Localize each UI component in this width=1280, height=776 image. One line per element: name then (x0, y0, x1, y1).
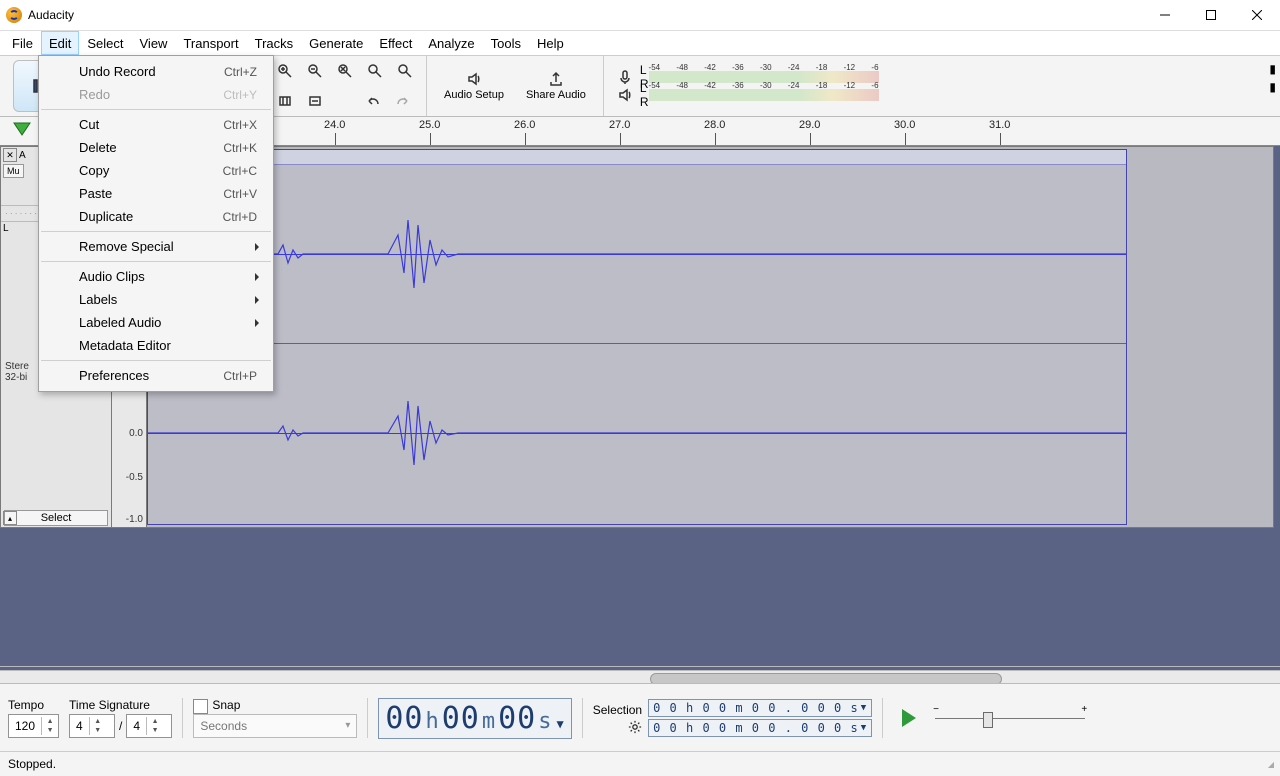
fit-selection-button[interactable] (330, 57, 360, 85)
ts-separator: / (119, 719, 122, 733)
selection-end-input[interactable]: 0 0 h 0 0 m 0 0 . 0 0 0 s▼ (648, 719, 872, 737)
tempo-input[interactable]: 120▲▼ (8, 714, 59, 738)
meters-group: LR -54-48-42-36-30-24-18-12-6 ▮ LR -54-4… (603, 56, 1276, 116)
menu-tools[interactable]: Tools (483, 31, 529, 55)
menu-file[interactable]: File (4, 31, 41, 55)
zoom-in-button[interactable] (270, 57, 300, 85)
clip-title-bar[interactable] (148, 150, 1126, 165)
snap-mode-select[interactable]: Seconds (193, 714, 357, 738)
collapse-button[interactable]: ▴ (3, 511, 17, 525)
fit-project-button[interactable] (360, 57, 390, 85)
menuitem-remove-special[interactable]: Remove Special (39, 235, 273, 258)
menu-transport[interactable]: Transport (175, 31, 246, 55)
menuitem-undo-record[interactable]: Undo RecordCtrl+Z (39, 60, 273, 83)
ts-numerator-input[interactable]: 4▲▼ (69, 714, 115, 738)
redo-button[interactable] (388, 87, 418, 115)
zoom-out-button[interactable] (300, 57, 330, 85)
menu-effect[interactable]: Effect (371, 31, 420, 55)
audacity-logo-icon (6, 7, 22, 23)
menuitem-duplicate[interactable]: DuplicateCtrl+D (39, 205, 273, 228)
tempo-label: Tempo (8, 698, 59, 712)
channel-right (148, 344, 1126, 522)
edit-menu-dropdown: Undo RecordCtrl+ZRedoCtrl+Y CutCtrl+XDele… (38, 55, 274, 392)
menu-analyze[interactable]: Analyze (420, 31, 482, 55)
trim-button[interactable] (270, 87, 300, 115)
time-signature-label: Time Signature (69, 698, 172, 712)
horizontal-scrollbar[interactable] (0, 666, 1280, 667)
channel-left (148, 165, 1126, 344)
audio-setup-button[interactable]: Audio Setup (433, 58, 515, 114)
menu-bar: FileEditSelectViewTransportTracksGenerat… (0, 31, 1280, 56)
setup-group: Audio Setup Share Audio (426, 56, 603, 116)
mute-button[interactable]: Mu (3, 164, 24, 178)
play-at-speed-button[interactable] (893, 702, 925, 734)
settings-gear-icon[interactable] (628, 720, 642, 734)
play-icon (902, 709, 916, 727)
meter-play-lr: LR (640, 81, 649, 109)
undo-button[interactable] (358, 87, 388, 115)
menu-select[interactable]: Select (79, 31, 131, 55)
zoom-group (263, 56, 426, 116)
track-select-button[interactable]: Select (4, 510, 108, 526)
resize-grip-icon[interactable]: ◢ (1268, 760, 1272, 769)
maximize-button[interactable] (1188, 0, 1234, 30)
share-audio-button[interactable]: Share Audio (515, 58, 597, 114)
selection-label: Selection (593, 703, 642, 717)
close-button[interactable] (1234, 0, 1280, 30)
menuitem-paste[interactable]: PasteCtrl+V (39, 182, 273, 205)
snap-checkbox[interactable] (193, 699, 208, 714)
ts-denominator-input[interactable]: 4▲▼ (126, 714, 172, 738)
window-title: Audacity (28, 8, 74, 22)
menu-help[interactable]: Help (529, 31, 572, 55)
share-audio-label: Share Audio (526, 89, 586, 101)
time-display[interactable]: 00h 00m 00s▼ (378, 698, 571, 739)
menuitem-metadata-editor[interactable]: Metadata Editor (39, 334, 273, 357)
silence-button[interactable] (300, 87, 330, 115)
menuitem-audio-clips[interactable]: Audio Clips (39, 265, 273, 288)
playhead-marker-icon[interactable] (12, 119, 32, 140)
title-bar: Audacity (0, 0, 1280, 31)
pan-label: L (3, 223, 9, 234)
menuitem-cut[interactable]: CutCtrl+X (39, 113, 273, 136)
track-close-button[interactable]: ✕ (3, 148, 17, 162)
menu-tracks[interactable]: Tracks (247, 31, 302, 55)
playback-speed-slider[interactable]: − + (935, 710, 1085, 726)
status-text: Stopped. (8, 757, 56, 771)
minimize-button[interactable] (1142, 0, 1188, 30)
menuitem-copy[interactable]: CopyCtrl+C (39, 159, 273, 182)
status-bar: Stopped. ◢ (0, 751, 1280, 776)
audio-clip[interactable] (147, 149, 1127, 525)
menuitem-labeled-audio[interactable]: Labeled Audio (39, 311, 273, 334)
menu-generate[interactable]: Generate (301, 31, 371, 55)
bottom-toolbar: Tempo 120▲▼ Time Signature 4▲▼ / 4▲▼ Sna… (0, 683, 1280, 752)
menuitem-delete[interactable]: DeleteCtrl+K (39, 136, 273, 159)
menu-edit[interactable]: Edit (41, 31, 79, 55)
menuitem-redo: RedoCtrl+Y (39, 83, 273, 106)
audio-setup-label: Audio Setup (444, 89, 504, 101)
menuitem-labels[interactable]: Labels (39, 288, 273, 311)
selection-start-input[interactable]: 0 0 h 0 0 m 0 0 . 0 0 0 s▼ (648, 699, 872, 717)
menuitem-preferences[interactable]: PreferencesCtrl+P (39, 364, 273, 387)
snap-label: Snap (212, 698, 240, 712)
zoom-toggle-button[interactable] (390, 57, 420, 85)
waveform-area[interactable] (147, 147, 1273, 527)
playback-meter-icon[interactable] (610, 81, 640, 109)
menu-view[interactable]: View (132, 31, 176, 55)
playback-meter[interactable]: -54-48-42-36-30-24-18-12-6 ▮ (649, 82, 1270, 108)
